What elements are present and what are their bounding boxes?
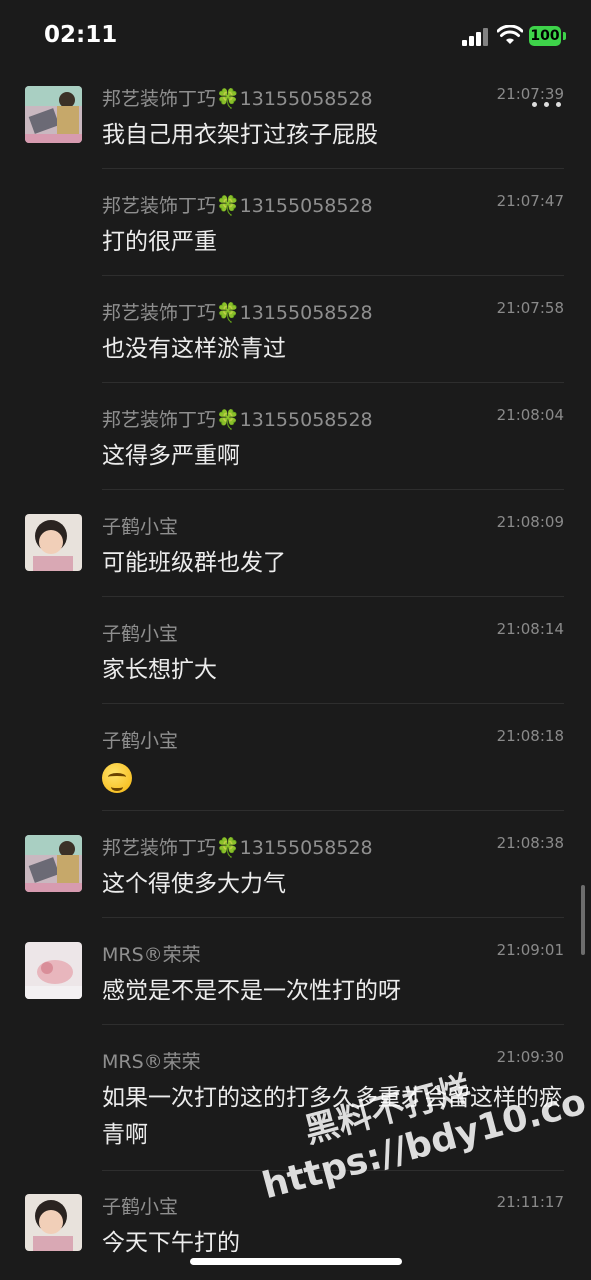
divider	[102, 596, 564, 597]
message-item: 子鹤小宝 21:08:09 可能班级群也发了	[0, 512, 591, 597]
sender-name: 子鹤小宝	[102, 1196, 179, 1218]
message-text: 感觉是不是不是一次性打的呀	[102, 978, 401, 1004]
status-time: 02:11	[44, 22, 118, 48]
message-text: 这个得使多大力气	[102, 871, 286, 897]
message-time: 21:08:38	[496, 834, 564, 852]
message-text: 这得多严重啊	[102, 443, 240, 469]
sender-name: 邦艺装饰丁巧🍀13155058528	[102, 409, 373, 431]
message-time: 21:07:47	[496, 192, 564, 210]
message-item: 邦艺装饰丁巧🍀13155058528 21:07:39 我自己用衣架打过孩子屁股	[0, 84, 591, 169]
message-item: 邦艺装饰丁巧🍀13155058528 21:07:58 也没有这样淤青过	[0, 298, 591, 383]
divider	[102, 168, 564, 169]
scrollbar[interactable]	[581, 885, 585, 955]
divider	[102, 917, 564, 918]
sender-name: 邦艺装饰丁巧🍀13155058528	[102, 302, 373, 324]
message-item: 邦艺装饰丁巧🍀13155058528 21:07:47 打的很严重	[0, 191, 591, 276]
status-bar: 02:11 100	[0, 0, 591, 72]
message-time: 21:07:39	[496, 85, 564, 103]
wifi-icon	[497, 25, 523, 44]
message-time: 21:09:01	[496, 941, 564, 959]
message-text: 今天下午打的	[102, 1230, 240, 1256]
message-time: 21:08:09	[496, 513, 564, 531]
battery-tip	[563, 32, 566, 40]
sender-name: 邦艺装饰丁巧🍀13155058528	[102, 837, 373, 859]
avatar[interactable]	[25, 514, 82, 571]
message-text: 也没有这样淤青过	[102, 336, 286, 362]
divider	[102, 489, 564, 490]
message-text: 家长想扩大	[102, 657, 217, 683]
message-text: 我自己用衣架打过孩子屁股	[102, 122, 378, 148]
message-time: 21:07:58	[496, 299, 564, 317]
message-time: 21:08:04	[496, 406, 564, 424]
battery-icon: 100	[529, 26, 561, 46]
message-item: 子鹤小宝 21:08:18	[0, 726, 591, 811]
cellular-signal-icon	[462, 28, 490, 46]
message-content	[102, 759, 567, 796]
avatar[interactable]	[25, 835, 82, 892]
message-item: 邦艺装饰丁巧🍀13155058528 21:08:38 这个得使多大力气	[0, 833, 591, 918]
sweat-smile-emoji-icon	[102, 762, 132, 793]
message-item: 子鹤小宝 21:08:14 家长想扩大	[0, 619, 591, 704]
message-time: 21:11:17	[496, 1193, 564, 1211]
sender-name: 邦艺装饰丁巧🍀13155058528	[102, 195, 373, 217]
sender-name: 子鹤小宝	[102, 730, 179, 752]
message-item: 邦艺装饰丁巧🍀13155058528 21:08:04 这得多严重啊	[0, 405, 591, 490]
avatar[interactable]	[25, 86, 82, 143]
message-text: 可能班级群也发了	[102, 550, 286, 576]
sender-name: 子鹤小宝	[102, 623, 179, 645]
message-time: 21:08:14	[496, 620, 564, 638]
sender-name: MRS®荣荣	[102, 1051, 201, 1073]
divider	[102, 703, 564, 704]
divider	[102, 275, 564, 276]
avatar[interactable]	[25, 1194, 82, 1251]
sender-name: 邦艺装饰丁巧🍀13155058528	[102, 88, 373, 110]
divider	[102, 810, 564, 811]
divider	[102, 1024, 564, 1025]
message-item: MRS®荣荣 21:09:01 感觉是不是不是一次性打的呀	[0, 940, 591, 1025]
home-indicator[interactable]	[190, 1258, 402, 1265]
sender-name: MRS®荣荣	[102, 944, 201, 966]
sender-name: 子鹤小宝	[102, 516, 179, 538]
message-time: 21:08:18	[496, 727, 564, 745]
message-text: 打的很严重	[102, 229, 217, 255]
avatar[interactable]	[25, 942, 82, 999]
divider	[102, 382, 564, 383]
